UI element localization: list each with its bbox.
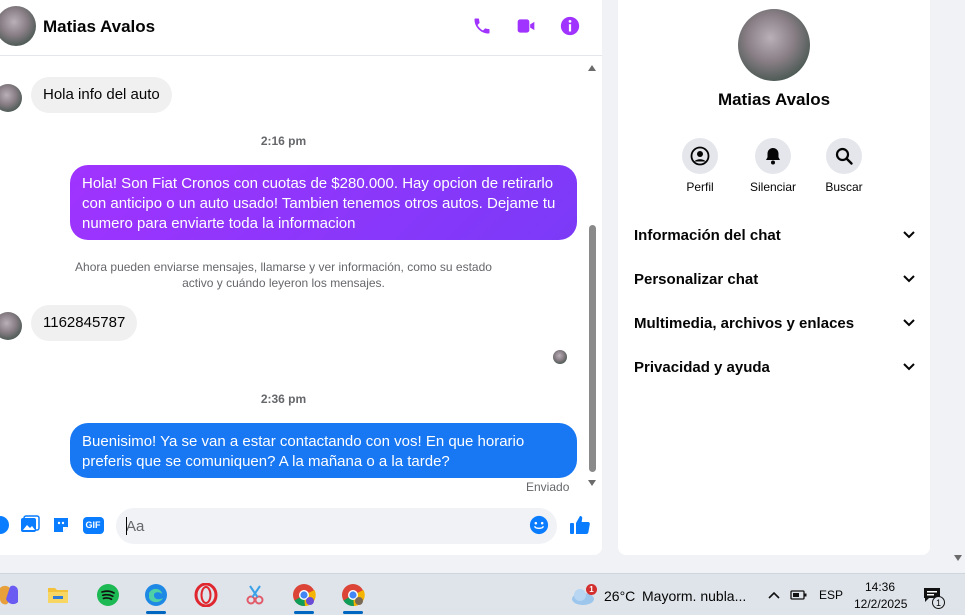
search-icon[interactable] bbox=[826, 138, 862, 174]
contact-name[interactable]: Matias Avalos bbox=[43, 17, 155, 37]
outgoing-message[interactable]: Hola! Son Fiat Cronos con cuotas de $280… bbox=[70, 165, 577, 240]
taskbar: 1 26°C Mayorm. nubla... ESP 14:36 12/2/2… bbox=[0, 573, 965, 615]
gif-label: GIF bbox=[82, 516, 104, 534]
scroll-down-icon[interactable] bbox=[954, 555, 962, 561]
mute-action-label: Silenciar bbox=[749, 180, 797, 194]
spotify-icon[interactable] bbox=[93, 580, 123, 610]
info-icon[interactable] bbox=[558, 14, 582, 38]
profile-action-label: Perfil bbox=[686, 180, 714, 194]
chrome-profile-icon[interactable] bbox=[338, 580, 368, 614]
chevron-down-icon bbox=[903, 319, 915, 327]
search-action-label: Buscar bbox=[825, 180, 863, 194]
read-receipt-avatar bbox=[553, 350, 567, 364]
chat-header: Matias Avalos bbox=[0, 0, 602, 56]
sender-avatar bbox=[0, 84, 22, 112]
profile-icon[interactable] bbox=[682, 138, 718, 174]
language-indicator[interactable]: ESP bbox=[819, 588, 843, 602]
scroll-thumb[interactable] bbox=[589, 225, 596, 472]
incoming-message[interactable]: 1162845787 bbox=[31, 305, 138, 341]
edge-browser-icon[interactable] bbox=[141, 580, 171, 614]
copilot-icon[interactable] bbox=[0, 580, 24, 610]
weather-temperature[interactable]: 26°C bbox=[604, 588, 635, 604]
notification-count-badge: 1 bbox=[932, 596, 945, 609]
emoji-icon[interactable] bbox=[529, 515, 549, 535]
composer: GIF bbox=[0, 505, 602, 547]
like-icon[interactable] bbox=[568, 513, 592, 537]
snipping-tool-icon[interactable] bbox=[240, 580, 270, 610]
weather-description[interactable]: Mayorm. nubla... bbox=[642, 588, 746, 604]
weather-alert-badge: 1 bbox=[586, 584, 597, 595]
chevron-down-icon bbox=[903, 231, 915, 239]
profile-avatar[interactable] bbox=[738, 9, 810, 81]
photo-icon[interactable] bbox=[20, 515, 40, 535]
gif-icon[interactable]: GIF bbox=[82, 515, 104, 535]
section-chat-info[interactable]: Información del chat bbox=[634, 220, 916, 250]
active-app-indicator bbox=[146, 611, 166, 614]
section-label: Personalizar chat bbox=[634, 270, 759, 288]
chevron-up-icon[interactable] bbox=[763, 580, 785, 610]
section-label: Información del chat bbox=[634, 226, 781, 244]
active-app-indicator bbox=[294, 611, 314, 614]
sticker-icon[interactable] bbox=[51, 515, 71, 535]
chevron-down-icon bbox=[903, 275, 915, 283]
notification-icon[interactable]: 1 bbox=[918, 580, 946, 610]
file-explorer-icon[interactable] bbox=[43, 580, 73, 610]
text-caret bbox=[126, 517, 127, 535]
section-label: Multimedia, archivos y enlaces bbox=[634, 314, 855, 332]
timestamp: 2:36 pm bbox=[260, 392, 307, 406]
video-call-icon[interactable] bbox=[514, 14, 538, 38]
contact-avatar[interactable] bbox=[0, 6, 36, 46]
section-label: Privacidad y ayuda bbox=[634, 358, 770, 376]
weather-icon[interactable]: 1 bbox=[566, 580, 600, 610]
opera-icon[interactable] bbox=[191, 580, 221, 610]
phone-icon[interactable] bbox=[470, 14, 494, 38]
chevron-down-icon bbox=[903, 363, 915, 371]
page-scrollbar[interactable] bbox=[950, 0, 965, 570]
system-notice: Ahora pueden enviarse mensajes, llamarse… bbox=[75, 260, 492, 290]
timestamp: 2:16 pm bbox=[260, 134, 307, 148]
message-input[interactable] bbox=[116, 508, 557, 544]
scroll-up-icon[interactable] bbox=[588, 65, 596, 71]
section-media-files-links[interactable]: Multimedia, archivos y enlaces bbox=[634, 308, 916, 338]
incoming-message[interactable]: Hola info del auto bbox=[31, 77, 172, 113]
message-list: Hola info del auto 2:16 pm Hola! Son Fia… bbox=[0, 57, 602, 497]
mute-action[interactable]: Silenciar bbox=[738, 138, 808, 194]
profile-action[interactable]: Perfil bbox=[665, 138, 735, 194]
search-action[interactable]: Buscar bbox=[809, 138, 879, 194]
active-app-indicator bbox=[343, 611, 363, 614]
info-panel: Matias Avalos Perfil Silenciar Buscar In… bbox=[618, 0, 930, 555]
scroll-down-icon[interactable] bbox=[588, 480, 596, 486]
chrome-icon[interactable] bbox=[289, 580, 319, 614]
section-customize-chat[interactable]: Personalizar chat bbox=[634, 264, 916, 294]
message-status: Enviado bbox=[526, 480, 570, 494]
clock-date[interactable]: 12/2/2025 bbox=[854, 597, 907, 611]
outgoing-message[interactable]: Buenisimo! Ya se van a estar contactando… bbox=[70, 423, 577, 478]
clock-time[interactable]: 14:36 bbox=[865, 580, 895, 594]
chat-scrollbar[interactable] bbox=[586, 63, 598, 490]
section-privacy-help[interactable]: Privacidad y ayuda bbox=[634, 352, 916, 382]
plus-icon[interactable] bbox=[0, 515, 10, 535]
bell-icon[interactable] bbox=[755, 138, 791, 174]
chat-panel: Matias Avalos Hola info del auto 2:16 pm… bbox=[0, 0, 602, 555]
sender-avatar bbox=[0, 312, 22, 340]
battery-icon[interactable] bbox=[787, 580, 811, 610]
profile-name: Matias Avalos bbox=[717, 90, 831, 109]
